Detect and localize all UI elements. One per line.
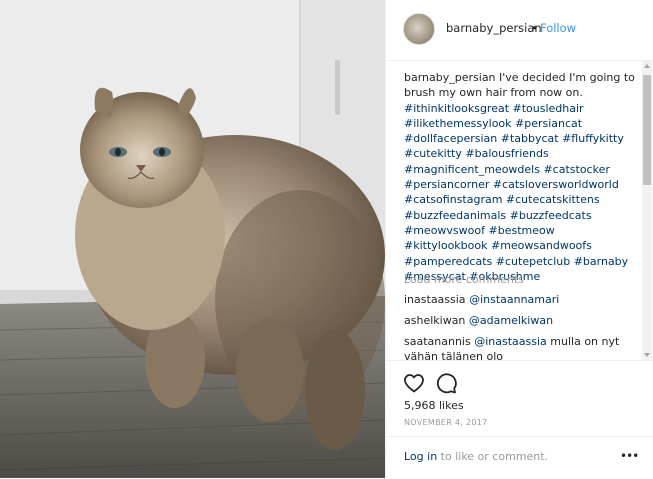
scroll-down-arrow-icon[interactable] [644, 353, 650, 357]
caption: barnaby_persian I've decided I'm going t… [404, 70, 636, 284]
caption-hashtags[interactable]: #ithinkitlooksgreat #tousledhair #iliket… [404, 102, 628, 283]
separator-dot: • [531, 21, 538, 35]
post-actions: 5,968 likes NOVEMBER 4, 2017 [386, 360, 653, 436]
comment-username[interactable]: inastaassia [404, 293, 466, 306]
comment-mention[interactable]: @adamelkiwan [469, 314, 553, 327]
comment-item: inastaassia @instaannamari [404, 292, 636, 307]
comment-mention[interactable]: @instaannamari [469, 293, 559, 306]
comment-item: saatanannis @inastaassia mulla on nyt vä… [404, 334, 636, 360]
login-link[interactable]: Log in [404, 450, 437, 463]
comment-mention[interactable]: @inastaassia [474, 335, 547, 348]
post-date[interactable]: NOVEMBER 4, 2017 [404, 418, 488, 427]
post-header: barnaby_persian • Follow [386, 0, 653, 61]
load-more-comments-button[interactable]: Load more comments [404, 273, 524, 286]
comments-list[interactable]: barnaby_persian I've decided I'm going t… [386, 61, 644, 360]
comments-scrollbar[interactable] [642, 61, 652, 360]
login-prompt-text: to like or comment. [437, 450, 549, 463]
more-options-icon[interactable]: ••• [620, 449, 639, 463]
follow-button[interactable]: Follow [540, 21, 576, 35]
post-side-panel: barnaby_persian • Follow barnaby_persian… [385, 0, 653, 478]
heart-icon[interactable] [402, 371, 426, 395]
post-username[interactable]: barnaby_persian [446, 21, 542, 35]
comment-bubble-icon[interactable] [434, 371, 458, 395]
comment-username[interactable]: saatanannis [404, 335, 471, 348]
avatar[interactable] [403, 13, 435, 45]
comment-item: ashelkiwan @adamelkiwan [404, 313, 636, 328]
instagram-post: barnaby_persian • Follow barnaby_persian… [0, 0, 653, 478]
post-footer: Log in to like or comment. ••• [386, 436, 653, 479]
caption-username[interactable]: barnaby_persian [404, 71, 496, 84]
likes-count[interactable]: 5,968 likes [404, 399, 464, 412]
login-prompt: Log in to like or comment. [404, 450, 548, 463]
comment-username[interactable]: ashelkiwan [404, 314, 465, 327]
post-photo[interactable] [0, 0, 385, 478]
scroll-thumb[interactable] [643, 75, 651, 185]
scroll-up-arrow-icon[interactable] [644, 64, 650, 68]
cat-photo-image [0, 0, 385, 478]
